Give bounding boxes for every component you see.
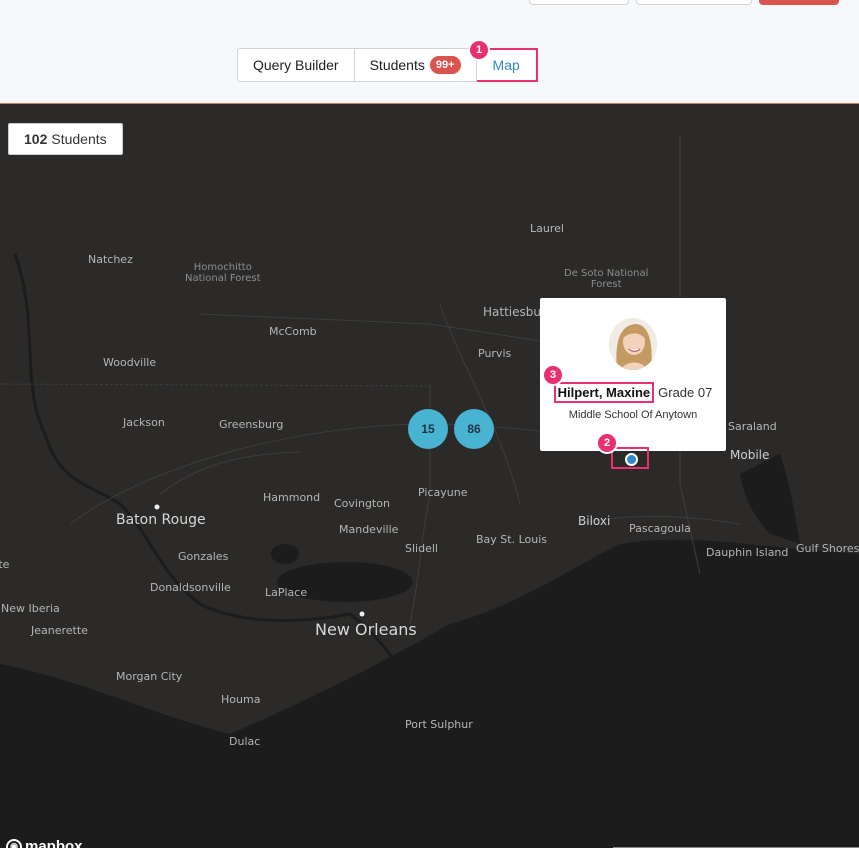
map-place-label-line: National Forest	[185, 273, 261, 284]
student-location-pin[interactable]	[625, 453, 638, 466]
map-place-label: Slidell	[405, 542, 438, 555]
tab-label: Students	[369, 57, 425, 73]
map-place-label: Port Sulphur	[405, 718, 473, 731]
map-view[interactable]: Natchez Homochitto National Forest McCom…	[0, 103, 859, 848]
map-place-label: New Orleans	[315, 620, 417, 639]
page-header: Query Builder Students 99+ Map	[0, 0, 859, 103]
map-place-label: Woodville	[103, 356, 157, 369]
map-place-label: Gulf Shores	[796, 542, 859, 555]
student-count-box: 102 Students	[8, 123, 123, 155]
annotation-marker-2: 2	[598, 434, 616, 452]
map-place-label: Dauphin Island	[706, 546, 789, 559]
map-place-label: Saraland	[728, 420, 777, 433]
map-place-label: Mandeville	[339, 523, 399, 536]
map-place-label: Jackson	[123, 416, 165, 429]
map-place-label: Houma	[221, 693, 261, 706]
tab-label: Map	[492, 57, 520, 73]
student-grade: Grade 07	[658, 385, 713, 400]
map-place-label: LaPlace	[265, 586, 308, 599]
map-place-label-line: Forest	[590, 279, 622, 290]
map-place-label: Bay St. Louis	[476, 533, 548, 546]
student-name[interactable]: Hilpert, Maxine	[553, 382, 655, 403]
map-place-label: Donaldsonville	[150, 581, 231, 594]
map-place-label: Picayune	[418, 486, 468, 499]
map-place-label: Homochitto National Forest	[185, 262, 261, 284]
map-place-label: Laurel	[530, 222, 564, 235]
map-place-label: Gonzales	[178, 550, 229, 563]
student-name-row: Hilpert, Maxine Grade 07	[540, 382, 726, 403]
map-place-label: Purvis	[478, 347, 512, 360]
map-place-label: McComb	[269, 325, 317, 338]
map-place-label-line: De Soto National	[564, 268, 649, 279]
map-place-label: Hammond	[263, 491, 321, 504]
map-place-label: Covington	[334, 497, 390, 510]
map-place-label: De Soto National Forest	[564, 268, 648, 290]
map-place-label: New Iberia	[1, 602, 60, 615]
toolbar-action-button[interactable]	[759, 0, 839, 5]
map-place-label: tte	[0, 558, 10, 571]
map-place-label: Natchez	[88, 253, 133, 266]
map-place-label: Greensburg	[219, 418, 284, 431]
mapbox-logo[interactable]: ◉ mapbox	[6, 838, 83, 848]
map-place-label: Dulac	[229, 735, 261, 748]
tab-label: Query Builder	[253, 57, 339, 73]
student-count-value: 102	[24, 131, 48, 147]
map-place-label: Pascagoula	[629, 522, 691, 535]
map-place-label: Morgan City	[116, 670, 183, 683]
tab-students[interactable]: Students 99+	[354, 48, 477, 82]
map-place-label: Jeanerette	[31, 624, 88, 637]
map-place-label-line: Homochitto	[193, 262, 252, 273]
map-place-label: Baton Rouge	[116, 512, 206, 528]
student-school: Middle School Of Anytown	[568, 409, 698, 421]
student-photo	[609, 318, 657, 370]
view-tabs: Query Builder Students 99+ Map	[237, 48, 538, 82]
map-place-label: Mobile	[730, 448, 770, 462]
mapbox-logo-text: mapbox	[25, 838, 83, 848]
map-place-label: Biloxi	[578, 514, 611, 528]
annotation-marker-1: 1	[470, 41, 488, 59]
map-place-label: Hattiesbur	[483, 305, 546, 319]
mapbox-logo-icon: ◉	[6, 838, 22, 848]
toolbar-button[interactable]	[636, 0, 752, 5]
student-count-label: Students	[51, 131, 107, 147]
student-popup: Hilpert, Maxine Grade 07 Middle School Of…	[540, 298, 726, 451]
students-count-badge: 99+	[429, 56, 461, 74]
toolbar-button[interactable]	[529, 0, 629, 5]
tab-query-builder[interactable]: Query Builder	[237, 48, 355, 82]
annotation-marker-3: 3	[544, 366, 562, 384]
map-cluster[interactable]: 86	[454, 409, 494, 449]
map-cluster[interactable]: 15	[408, 409, 448, 449]
map-base-layer	[0, 134, 859, 848]
